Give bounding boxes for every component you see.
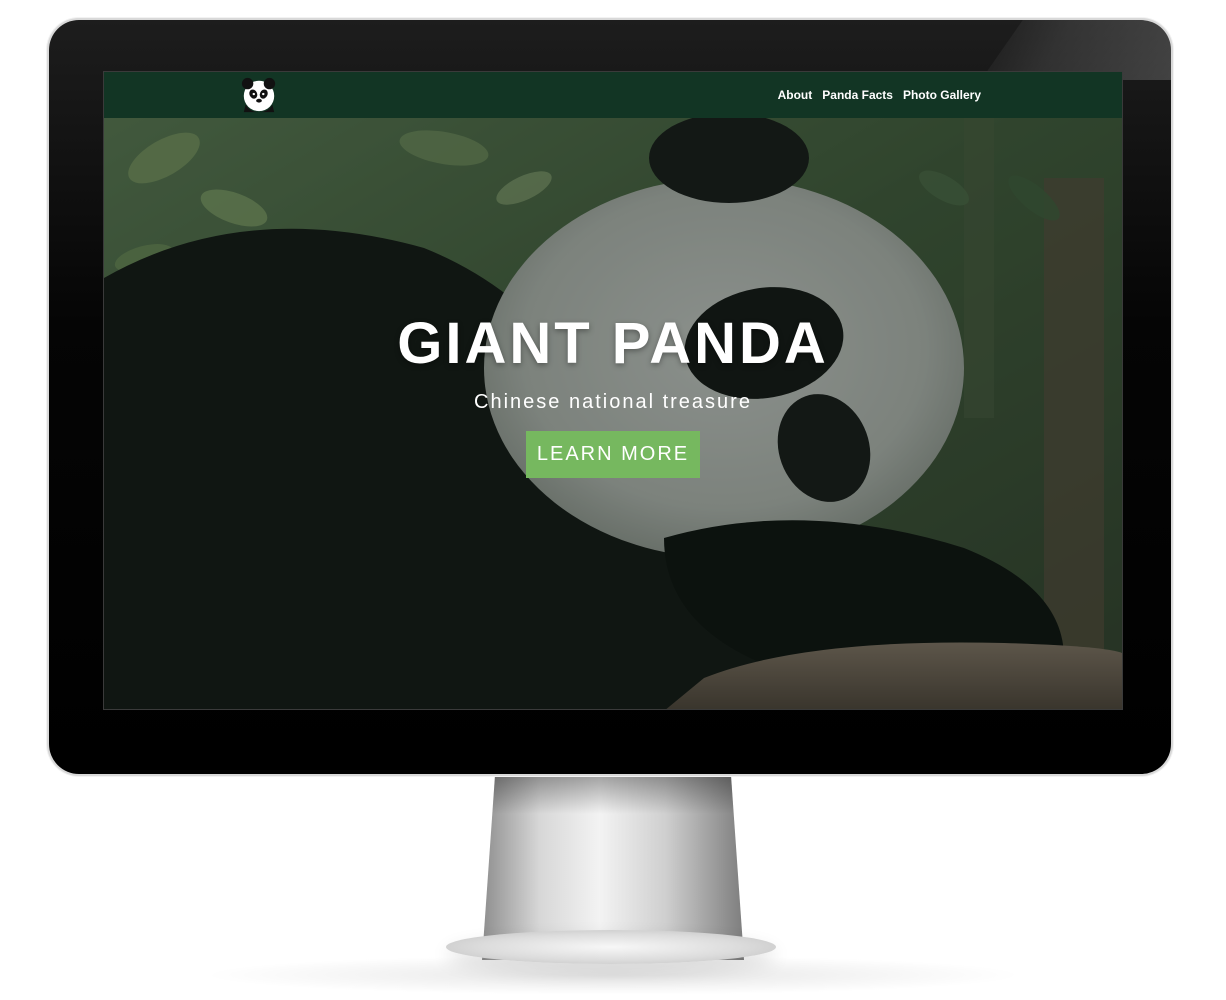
nav-link-panda-facts[interactable]: Panda Facts — [822, 88, 893, 102]
monitor-mockup: About Panda Facts Photo Gallery GIANT PA… — [0, 0, 1226, 1000]
top-navbar: About Panda Facts Photo Gallery — [104, 72, 1122, 118]
nav-link-about[interactable]: About — [778, 88, 813, 102]
monitor-stand-base — [446, 930, 776, 964]
nav-link-photo-gallery[interactable]: Photo Gallery — [903, 88, 981, 102]
hero-section: GIANT PANDA Chinese national treasure LE… — [104, 118, 1122, 709]
hero-title: GIANT PANDA — [397, 311, 829, 376]
panda-logo-icon[interactable] — [240, 76, 278, 114]
hero-subtitle: Chinese national treasure — [474, 391, 752, 413]
website-screen: About Panda Facts Photo Gallery GIANT PA… — [103, 71, 1123, 710]
learn-more-button[interactable]: LEARN MORE — [525, 431, 701, 478]
nav-links: About Panda Facts Photo Gallery — [778, 72, 981, 118]
hero-content: GIANT PANDA Chinese national treasure LE… — [104, 308, 1122, 478]
